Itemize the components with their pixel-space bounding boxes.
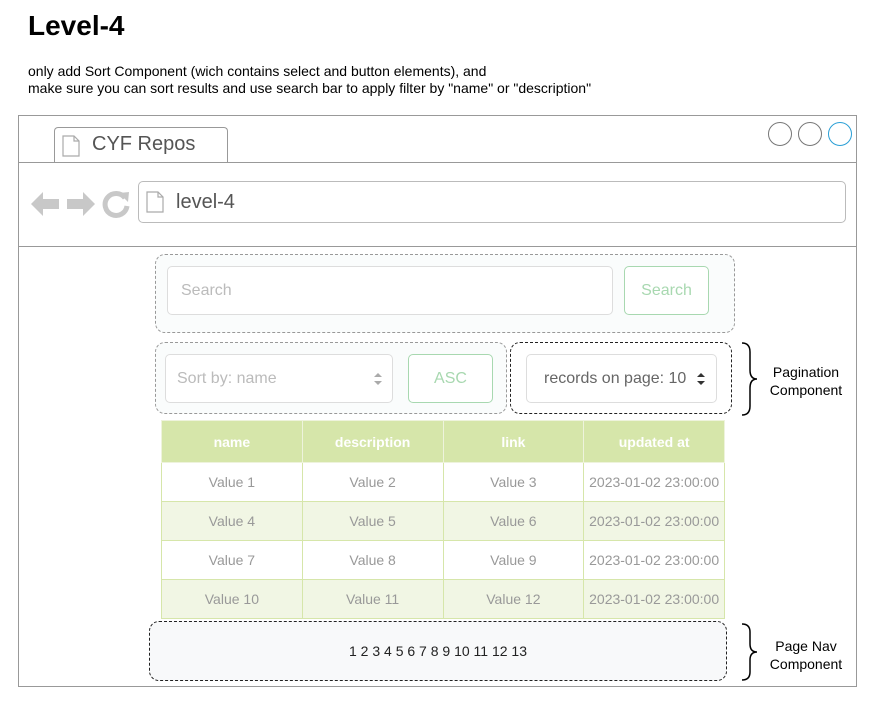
forward-arrow-icon[interactable] xyxy=(66,190,96,218)
select-arrows-icon xyxy=(697,373,705,385)
page-nav-label-line1: Page Nav xyxy=(775,638,837,654)
table-cell: Value 1 xyxy=(161,462,303,502)
back-arrow-icon[interactable] xyxy=(30,190,60,218)
table-cell: Value 5 xyxy=(301,501,444,541)
page-icon xyxy=(146,191,164,213)
table-row: Value 7 Value 8 Value 9 2023-01-02 23:00… xyxy=(161,540,725,580)
table-row: Value 1 Value 2 Value 3 2023-01-02 23:00… xyxy=(161,462,725,502)
table-cell: Value 10 xyxy=(161,579,303,619)
table-cell: Value 11 xyxy=(301,579,444,619)
page-nav-label-line2: Component xyxy=(769,656,843,672)
sort-select[interactable]: Sort by: name xyxy=(165,354,393,403)
table-row: Value 10 Value 11 Value 12 2023-01-02 23… xyxy=(161,579,725,619)
table-cell: 2023-01-02 23:00:00 xyxy=(583,579,725,619)
url-text: level-4 xyxy=(176,191,235,213)
results-table: name description link updated at Value 1… xyxy=(161,420,725,619)
search-button[interactable]: Search xyxy=(624,266,709,315)
column-header-name[interactable]: name xyxy=(161,420,303,463)
pagination-label-line2: Component xyxy=(769,382,843,398)
table-header-row: name description link updated at xyxy=(161,420,725,463)
table-cell: Value 7 xyxy=(161,540,303,580)
search-input[interactable]: Search xyxy=(167,266,613,315)
table-row: Value 4 Value 5 Value 6 2023-01-02 23:00… xyxy=(161,501,725,541)
column-header-link[interactable]: link xyxy=(442,420,585,463)
page-icon xyxy=(62,135,80,157)
window-circle-icon[interactable] xyxy=(798,122,822,146)
description-line-1: only add Sort Component (wich contains s… xyxy=(28,63,487,79)
table-cell: 2023-01-02 23:00:00 xyxy=(583,540,725,580)
pagination-label: Pagination Component xyxy=(766,363,846,399)
table-cell: Value 3 xyxy=(442,462,585,502)
records-per-page-select[interactable]: records on page: 10 xyxy=(526,354,717,403)
sort-select-value: Sort by: name xyxy=(177,370,277,387)
sort-order-button[interactable]: ASC xyxy=(408,354,493,403)
table-cell: 2023-01-02 23:00:00 xyxy=(583,501,725,541)
select-arrows-icon xyxy=(374,373,382,385)
table-cell: 2023-01-02 23:00:00 xyxy=(583,462,725,502)
window-circle-icon[interactable] xyxy=(768,122,792,146)
brace-icon xyxy=(741,342,758,416)
column-header-updated-at[interactable]: updated at xyxy=(583,420,725,463)
task-description: only add Sort Component (wich contains s… xyxy=(28,63,591,97)
reload-icon[interactable] xyxy=(102,189,130,219)
column-header-description[interactable]: description xyxy=(301,420,444,463)
table-cell: Value 12 xyxy=(442,579,585,619)
table-cell: Value 9 xyxy=(442,540,585,580)
records-select-value: records on page: 10 xyxy=(544,370,687,387)
window-circle-icon[interactable] xyxy=(828,122,852,146)
page-nav-label: Page Nav Component xyxy=(766,637,846,673)
pagination-label-line1: Pagination xyxy=(772,364,840,380)
table-cell: Value 8 xyxy=(301,540,444,580)
table-cell: Value 6 xyxy=(442,501,585,541)
address-bar[interactable] xyxy=(138,181,846,223)
table-cell: Value 2 xyxy=(301,462,444,502)
divider xyxy=(19,246,856,247)
table-cell: Value 4 xyxy=(161,501,303,541)
divider xyxy=(19,162,856,163)
brace-icon xyxy=(741,623,758,681)
page-title: Level-4 xyxy=(28,10,125,41)
description-line-2: make sure you can sort results and use s… xyxy=(28,80,592,96)
page-numbers[interactable]: 1 2 3 4 5 6 7 8 9 10 11 12 13 xyxy=(149,642,727,660)
tab-title: CYF Repos xyxy=(92,133,196,155)
